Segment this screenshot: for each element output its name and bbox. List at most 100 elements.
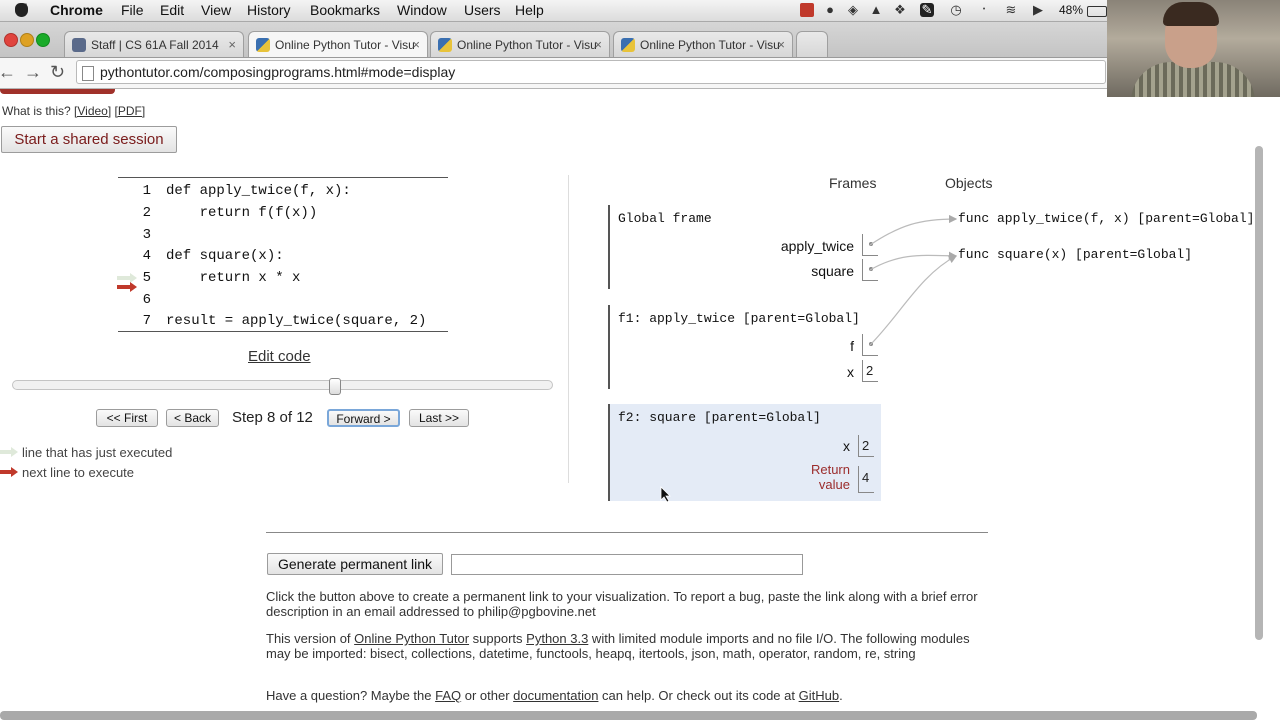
var-box-x: 2 xyxy=(858,435,874,457)
close-tab-icon[interactable]: × xyxy=(412,32,420,57)
python-favicon-icon xyxy=(256,38,270,52)
var-box-x: 2 xyxy=(862,360,878,382)
menu-help[interactable]: Help xyxy=(515,2,544,18)
frames-header: Frames xyxy=(829,175,877,191)
volume-icon[interactable]: ▶ xyxy=(1031,3,1045,17)
arrow-apply-twice-icon xyxy=(869,214,958,246)
f2-frame-title: f2: square [parent=Global] xyxy=(618,410,821,425)
pdf-link[interactable]: [PDF] xyxy=(115,104,146,118)
dropbox-icon[interactable]: ❖ xyxy=(893,3,907,17)
help-prefix: What is this? xyxy=(2,104,71,118)
last-button[interactable]: Last >> xyxy=(409,409,469,427)
zoom-window-button[interactable] xyxy=(36,33,50,47)
google-drive-icon[interactable]: ▲ xyxy=(869,3,883,17)
apple-icon-fallback xyxy=(15,3,28,17)
f1-frame: f1: apply_twice [parent=Global] f x 2 xyxy=(608,305,882,389)
info-text: . xyxy=(839,688,843,703)
presenter-hair xyxy=(1163,2,1219,26)
menu-chrome[interactable]: Chrome xyxy=(50,2,103,18)
menu-view[interactable]: View xyxy=(201,2,231,18)
video-link[interactable]: [Video] xyxy=(74,104,111,118)
var-value-x: 2 xyxy=(862,438,870,453)
step-slider-track[interactable] xyxy=(12,380,553,390)
tab-label: Online Python Tutor - Visu xyxy=(275,38,415,52)
edit-code-link[interactable]: Edit code xyxy=(248,348,311,365)
line-number: 6 xyxy=(142,292,151,308)
wifi-icon[interactable]: ≋ xyxy=(1004,3,1018,17)
close-tab-icon[interactable]: × xyxy=(228,32,236,57)
var-name-f: f xyxy=(850,338,854,354)
time-machine-icon[interactable]: ◷ xyxy=(949,3,963,17)
executed-legend-label: line that has just executed xyxy=(22,445,173,460)
menu-bookmarks[interactable]: Bookmarks xyxy=(310,2,380,18)
menu-file[interactable]: File xyxy=(121,2,144,18)
object-func-square: func square(x) [parent=Global] xyxy=(958,247,1193,262)
code-line: result = apply_twice(square, 2) xyxy=(166,313,427,329)
tab-label: Online Python Tutor - Visu xyxy=(457,38,597,52)
python-favicon-icon xyxy=(438,38,452,52)
script-icon[interactable]: ✎ xyxy=(920,3,934,17)
reload-icon[interactable]: ↻ xyxy=(50,62,65,82)
github-link[interactable]: GitHub xyxy=(799,688,839,703)
next-line-arrow-icon xyxy=(117,282,137,292)
line-number: 1 xyxy=(142,183,151,199)
evernote-icon[interactable]: ◈ xyxy=(846,3,860,17)
battery-icon[interactable] xyxy=(1087,6,1107,17)
tab-cs61a-staff[interactable]: Staff | CS 61A Fall 2014 × xyxy=(64,31,244,57)
red-top-button-remnant[interactable] xyxy=(0,89,115,94)
notification-bell-icon[interactable]: ● xyxy=(823,3,837,17)
horizontal-scrollbar-thumb[interactable] xyxy=(0,711,1257,720)
mac-menubar:  Chrome File Edit View History Bookmark… xyxy=(0,0,1107,22)
code-line: def square(x): xyxy=(166,248,284,264)
code-line: def apply_twice(f, x): xyxy=(166,183,351,199)
first-button[interactable]: << First xyxy=(96,409,158,427)
step-counter: Step 8 of 12 xyxy=(232,409,313,426)
address-url[interactable]: pythontutor.com/composingprograms.html#m… xyxy=(100,64,455,80)
back-button[interactable]: < Back xyxy=(166,409,219,427)
menu-history[interactable]: History xyxy=(247,2,291,18)
forward-arrow-icon[interactable]: → xyxy=(24,62,42,82)
vertical-scrollbar-thumb[interactable] xyxy=(1255,146,1263,640)
next-legend-arrow-icon xyxy=(0,467,18,477)
address-bar[interactable]: pythontutor.com/composingprograms.html#m… xyxy=(76,60,1106,84)
info-text: or other xyxy=(461,688,514,703)
menu-edit[interactable]: Edit xyxy=(160,2,184,18)
info-text: This version of xyxy=(266,631,355,646)
code-line: return f(f(x)) xyxy=(166,205,318,221)
online-python-tutor-link[interactable]: Online Python Tutor xyxy=(354,631,469,646)
pointer-arrows xyxy=(869,214,958,346)
mouse-cursor-icon xyxy=(660,486,671,503)
forward-button[interactable]: Forward > xyxy=(327,409,400,427)
menu-users[interactable]: Users xyxy=(464,2,501,18)
var-name-square: square xyxy=(811,263,854,279)
info-text: supports xyxy=(469,631,527,646)
var-box-return: 4 xyxy=(858,466,874,493)
faq-link[interactable]: FAQ xyxy=(435,688,461,703)
close-tab-icon[interactable]: × xyxy=(594,32,602,57)
line-number: 2 xyxy=(142,205,151,221)
tab-python-tutor-3[interactable]: Online Python Tutor - Visu × xyxy=(613,31,793,57)
documentation-link[interactable]: documentation xyxy=(513,688,598,703)
generate-permanent-link-button[interactable]: Generate permanent link xyxy=(267,553,443,575)
python-33-link[interactable]: Python 3.3 xyxy=(526,631,588,646)
global-frame-title: Global frame xyxy=(618,211,712,226)
webcam-presenter xyxy=(1107,0,1280,97)
step-slider-handle[interactable] xyxy=(329,378,342,395)
new-tab-button[interactable] xyxy=(796,31,828,57)
minimize-window-button[interactable] xyxy=(20,33,34,47)
record-icon[interactable] xyxy=(800,3,814,17)
code-top-rule xyxy=(118,177,448,178)
browser-tabbar: Staff | CS 61A Fall 2014 × Online Python… xyxy=(0,22,1107,58)
close-tab-icon[interactable]: × xyxy=(777,32,785,57)
return-value: 4 xyxy=(862,470,870,485)
menu-window[interactable]: Window xyxy=(397,2,447,18)
bluetooth-icon[interactable]: ᛫ xyxy=(977,3,991,17)
object-func-apply-twice: func apply_twice(f, x) [parent=Global] xyxy=(958,211,1255,226)
tab-python-tutor-2[interactable]: Online Python Tutor - Visu × xyxy=(430,31,610,57)
start-shared-session-button[interactable]: Start a shared session xyxy=(1,126,177,153)
back-arrow-icon[interactable]: ← xyxy=(0,62,16,82)
return-label-line1: Return xyxy=(810,462,850,477)
tab-python-tutor-active[interactable]: Online Python Tutor - Visu × xyxy=(248,31,428,57)
permalink-input[interactable] xyxy=(451,554,803,575)
close-window-button[interactable] xyxy=(4,33,18,47)
